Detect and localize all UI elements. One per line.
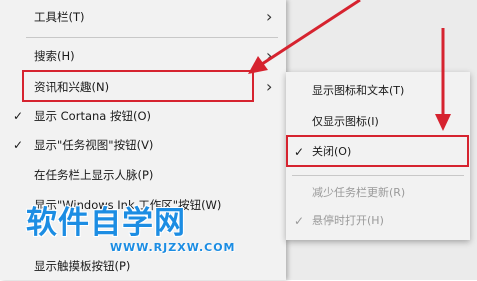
arrow-line-to-news	[261, 0, 361, 66]
watermark-url: WWW.RJZXW.COM	[110, 241, 236, 254]
arrowhead-to-news	[248, 56, 268, 74]
arrowhead-to-turn-off	[435, 114, 451, 131]
watermark-text: 软件自学网	[26, 205, 186, 241]
